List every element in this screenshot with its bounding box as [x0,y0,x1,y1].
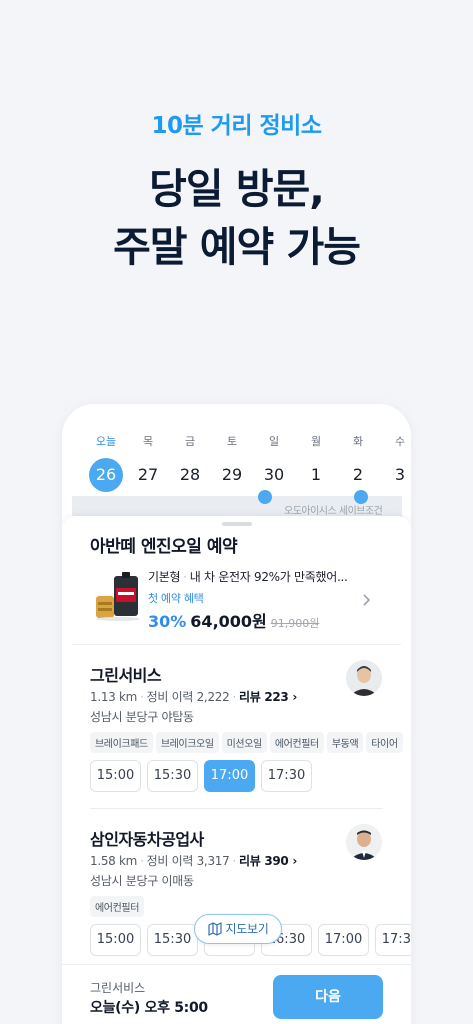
time-slot-list: 15:00 15:30 17:00 17:30 [90,760,318,792]
map-pin-icon [258,490,272,504]
phone-frame: 오늘 26 목 27 금 28 토 29 일 30 월 1 화 2 수 3 오도… [62,404,411,1024]
package-description: 내 차 운전자 92%가 만족했어... [189,570,348,584]
review-link[interactable]: 리뷰 390 [239,854,289,868]
calendar-dow: 토 [226,435,238,448]
calendar-date: 3 [394,465,406,484]
selected-time: 오늘(수) 오후 5:00 [90,1000,208,1016]
calendar-day[interactable]: 일 30 [256,432,292,492]
review-link[interactable]: 리뷰 223 [239,690,289,704]
time-slot[interactable]: 17:30 [375,924,411,956]
hero-title: 당일 방문, 주말 예약 가능 [0,160,473,276]
shop-name[interactable]: 그린서비스 [90,662,162,686]
history-count: 3,317 [196,854,230,868]
calendar-day[interactable]: 월 1 [298,432,334,492]
calendar-date: 26 [89,458,123,492]
calendar-dow: 월 [310,435,322,448]
chevron-right-icon[interactable] [362,592,372,606]
mechanic-avatar [346,824,382,860]
time-slot[interactable]: 15:00 [90,760,141,792]
calendar-dow: 일 [268,435,280,448]
map-label: 오도아이시스 세이브조건 [284,506,383,517]
shop-address: 성남시 분당구 야탑동 [90,710,194,724]
sheet-drag-handle[interactable] [222,522,252,526]
shop-distance: 1.58 km [90,854,138,868]
service-tag: 부동액 [326,732,364,753]
shop-meta: 1.13 km · 정비 이력 2,222 · 리뷰 223 › [90,690,298,704]
calendar-dow: 오늘 [95,435,117,448]
service-tag: 브레이크패드 [90,732,153,753]
service-tag: 타이어 [366,732,403,753]
hero-title-line1: 당일 방문, [149,165,325,213]
calendar-dow: 수 [394,435,406,448]
booking-footer: 그린서비스 오늘(수) 오후 5:00 다음 [62,964,411,1024]
map-icon [207,922,222,936]
bottom-sheet: 아반떼 엔진오일 예약 기본형 · 내 차 운전자 92%가 만족했어... 첫 예… [62,516,411,1024]
calendar-dow: 목 [142,435,154,448]
calendar-date: 28 [179,465,201,484]
map-view-button[interactable]: 지도보기 [194,914,282,944]
sale-price: 64,000원 [190,612,267,631]
calendar-day-today[interactable]: 오늘 26 [88,432,124,492]
hero-subtitle: 10분 거리 정비소 [151,113,322,139]
calendar-date: 2 [352,465,364,484]
service-tag: 브레이크오일 [155,732,219,753]
shop-name[interactable]: 삼인자동차공업사 [90,826,204,850]
tag-list: 에어컨필터 [90,896,147,917]
benefit-label: 첫 예약 혜택 [148,592,204,605]
divider [72,644,401,645]
calendar-day[interactable]: 금 28 [172,432,208,492]
package-type: 기본형 [148,570,181,584]
calendar-date: 29 [221,465,243,484]
service-tag: 미션오일 [221,732,267,753]
calendar-day[interactable]: 수 3 [382,432,411,492]
divider [90,808,383,809]
history-label: 정비 이력 [146,690,194,704]
time-slot-selected[interactable]: 17:00 [204,760,255,792]
mechanic-avatar [346,660,382,696]
history-label: 정비 이력 [146,854,194,868]
discount-rate: 30% [148,612,187,631]
shop-address: 성남시 분당구 이매동 [90,874,194,888]
time-slot[interactable]: 15:30 [147,924,198,956]
time-slot[interactable]: 15:00 [90,924,141,956]
hero-title-line2: 주말 예약 가능 [113,223,361,271]
service-title: 아반떼 엔진오일 예약 [90,537,238,557]
calendar-date: 1 [310,465,322,484]
calendar-day[interactable]: 목 27 [130,432,166,492]
calendar-day[interactable]: 화 2 [340,432,376,492]
history-count: 2,222 [196,690,230,704]
service-tag: 에어컨필터 [269,732,324,753]
calendar-date: 30 [263,465,285,484]
service-tag: 에어컨필터 [90,896,145,917]
calendar-dow: 금 [184,435,196,448]
shop-distance: 1.13 km [90,690,138,704]
engine-oil-product-icon [94,572,142,622]
map-view-label: 지도보기 [225,922,269,936]
selected-shop: 그린서비스 [90,981,146,995]
price-row: 30% 64,000원 91,900원 [148,608,319,632]
calendar-day[interactable]: 토 29 [214,432,250,492]
time-slot[interactable]: 17:00 [318,924,369,956]
original-price: 91,900원 [270,617,320,630]
calendar-dow: 화 [352,435,364,448]
tag-list: 브레이크패드 브레이크오일 미션오일 에어컨필터 부동액 타이어 [90,732,406,753]
next-button[interactable]: 다음 [273,975,383,1019]
shop-meta: 1.58 km · 정비 이력 3,317 · 리뷰 390 › [90,854,298,868]
time-slot[interactable]: 17:30 [261,760,312,792]
time-slot[interactable]: 15:30 [147,760,198,792]
calendar-date: 27 [137,465,159,484]
package-summary: 기본형 · 내 차 운전자 92%가 만족했어... [148,570,348,584]
